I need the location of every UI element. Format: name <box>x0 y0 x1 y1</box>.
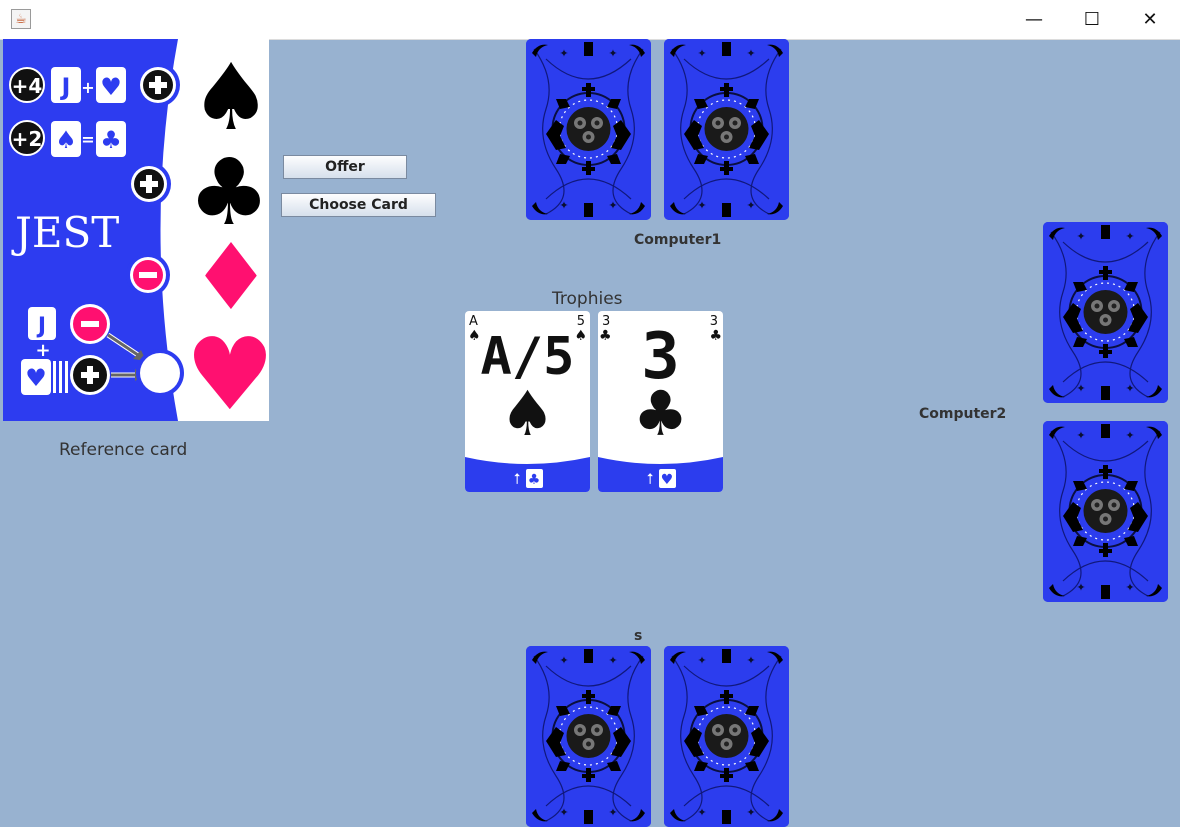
svg-text:♦: ♦ <box>190 224 269 331</box>
svg-text:✦: ✦ <box>608 199 617 212</box>
svg-text:♠: ♠ <box>190 44 269 151</box>
offer-button[interactable]: Offer <box>283 155 407 179</box>
computer1-card-back-1[interactable]: ✦ ✦ ✦ ✦ <box>526 39 651 220</box>
svg-text:✦: ✦ <box>697 654 706 667</box>
svg-text:✦: ✦ <box>746 654 755 667</box>
svg-text:✦: ✦ <box>1125 230 1134 243</box>
player-name-computer1: Computer1 <box>634 232 722 248</box>
computer2-card-back-2[interactable]: ✦ ✦ ✦ ✦ <box>1043 421 1168 602</box>
player-name-computer2: Computer2 <box>919 406 1007 422</box>
svg-text:✦: ✦ <box>697 199 706 212</box>
computer2-card-back-1[interactable]: ✦ ✦ ✦ ✦ <box>1043 222 1168 403</box>
choose-card-button[interactable]: Choose Card <box>281 193 436 217</box>
svg-text:✦: ✦ <box>697 47 706 60</box>
svg-text:♥: ♥ <box>25 364 47 392</box>
svg-text:✦: ✦ <box>608 654 617 667</box>
svg-text:✦: ✦ <box>1125 382 1134 395</box>
minimize-button[interactable]: — <box>1005 0 1063 39</box>
player-name-bottom: s <box>634 628 643 644</box>
svg-text:✦: ✦ <box>746 199 755 212</box>
trophy-card-1[interactable]: A ♠ 5 ♠ A/5 ♠ ⭡ ♣ <box>465 311 590 492</box>
svg-text:+2: +2 <box>12 127 43 151</box>
svg-text:✦: ✦ <box>1076 581 1085 594</box>
maximize-button[interactable]: ☐ <box>1063 0 1121 39</box>
svg-text:♣: ♣ <box>100 126 122 154</box>
svg-text:⭡: ⭡ <box>646 470 653 488</box>
trophy-card-1-rank-left: A <box>469 314 478 329</box>
svg-text:♥: ♥ <box>185 316 269 421</box>
svg-text:✦: ✦ <box>559 47 568 60</box>
reference-card: +4 J + ♥ +2 ♠ = ♣ JEST J + ♥ ♠ ♣ ♦ ♥ <box>3 39 269 421</box>
trophy-card-1-big-rank: A/5 <box>480 327 575 387</box>
svg-text:♥: ♥ <box>661 472 674 488</box>
club-icon: ♣ <box>632 377 689 450</box>
svg-text:✦: ✦ <box>559 199 568 212</box>
trophy-card-1-rank-right: 5 <box>576 314 585 329</box>
svg-text:✦: ✦ <box>559 806 568 819</box>
trophies-label: Trophies <box>552 289 623 309</box>
computer1-card-back-2[interactable]: ✦ ✦ ✦ ✦ <box>664 39 789 220</box>
title-bar: ☕ — ☐ ✕ <box>0 0 1180 40</box>
trophy-band: ⭡ ♥ <box>598 457 723 492</box>
svg-text:+4: +4 <box>12 74 43 98</box>
svg-text:✦: ✦ <box>746 806 755 819</box>
svg-text:♣: ♣ <box>528 472 541 488</box>
trophy-band: ⭡ ♣ <box>465 457 590 492</box>
svg-text:♠: ♠ <box>55 126 77 154</box>
svg-text:✦: ✦ <box>1125 429 1134 442</box>
java-cup-icon: ☕ <box>11 9 31 29</box>
svg-text:⭡: ⭡ <box>513 470 520 488</box>
svg-text:+: + <box>35 340 50 361</box>
spade-icon: ♠ <box>499 377 556 450</box>
svg-text:J: J <box>36 314 46 339</box>
player-card-back-1[interactable]: ✦ ✦ ✦ ✦ <box>526 646 651 827</box>
svg-text:♥: ♥ <box>100 73 122 101</box>
reference-card-art: +4 J + ♥ +2 ♠ = ♣ JEST J + ♥ ♠ ♣ ♦ ♥ <box>3 39 269 421</box>
svg-text:✦: ✦ <box>1125 581 1134 594</box>
trophy-card-2[interactable]: 3 ♣ 3 ♣ 3 ♣ ⭡ ♥ <box>598 311 723 492</box>
svg-text:=: = <box>81 130 94 149</box>
svg-text:✦: ✦ <box>746 47 755 60</box>
svg-text:✦: ✦ <box>559 654 568 667</box>
player-card-back-2[interactable]: ✦ ✦ ✦ ✦ <box>664 646 789 827</box>
svg-text:✦: ✦ <box>1076 230 1085 243</box>
svg-text:+: + <box>81 78 94 97</box>
svg-text:✦: ✦ <box>697 806 706 819</box>
close-button[interactable]: ✕ <box>1121 0 1179 39</box>
svg-text:JEST: JEST <box>11 208 119 257</box>
svg-text:✦: ✦ <box>608 47 617 60</box>
reference-card-label: Reference card <box>59 440 188 460</box>
svg-text:✦: ✦ <box>608 806 617 819</box>
svg-text:✦: ✦ <box>1076 429 1085 442</box>
svg-text:J: J <box>60 73 71 101</box>
svg-text:✦: ✦ <box>1076 382 1085 395</box>
